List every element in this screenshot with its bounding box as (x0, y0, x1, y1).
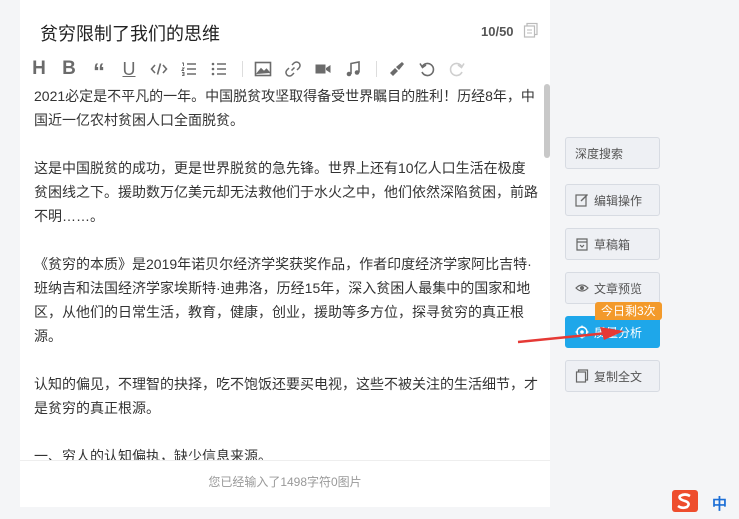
article-title[interactable]: 贫穷限制了我们的思维 (40, 20, 220, 46)
article-preview-button[interactable]: 文章预览 (565, 272, 660, 304)
editor-panel: 贫穷限制了我们的思维 10/50 H B “ U 2021必定是不平凡的一年。中… (20, 0, 550, 507)
copy-all-button[interactable]: 复制全文 (565, 360, 660, 392)
code-button[interactable] (148, 58, 170, 80)
toolbar-divider (242, 61, 243, 77)
edit-icon (575, 194, 588, 207)
ordered-list-icon (180, 62, 196, 76)
bullet-list-button[interactable] (208, 58, 230, 80)
toolbar-divider (376, 61, 377, 77)
paragraph: 认知的偏见，不理智的抉择，吃不饱饭还要买电视，这些不被关注的生活细节，才是贫穷的… (34, 376, 538, 416)
eye-icon (575, 284, 589, 292)
undo-icon (419, 62, 435, 77)
article-body[interactable]: 2021必定是不平凡的一年。中国脱贫攻坚取得备受世界瞩目的胜利！历经8年，中国近… (34, 84, 539, 460)
copy-all-label: 复制全文 (594, 369, 643, 384)
bullet-list-icon (211, 62, 226, 76)
paragraph: 一、穷人的认知偏执，缺少信息来源。 (34, 448, 272, 460)
ime-language-label[interactable]: 中 (712, 493, 727, 514)
deep-search-label: 深度搜索 (575, 146, 624, 161)
redo-button[interactable] (446, 58, 468, 80)
ime-toolbar[interactable]: 中 (670, 488, 739, 514)
article-preview-label: 文章预览 (594, 281, 643, 296)
undo-button[interactable] (416, 58, 438, 80)
image-button[interactable] (252, 58, 274, 80)
code-icon (150, 63, 168, 75)
quote-button[interactable]: “ (88, 58, 110, 86)
title-row: 贫穷限制了我们的思维 10/50 (20, 0, 550, 58)
music-icon (346, 61, 360, 77)
copy-title-icon[interactable] (523, 22, 539, 38)
brush-icon (390, 62, 404, 76)
drafts-button[interactable]: 草稿箱 (565, 228, 660, 260)
drafts-box-icon (576, 238, 588, 251)
deep-search-button[interactable]: 深度搜索 (565, 137, 660, 169)
bold-button[interactable]: B (58, 58, 80, 80)
pointer-arrow-annotation (517, 327, 624, 344)
word-count-status: 您已经输入了1498字符0图片 (20, 460, 550, 500)
video-icon (315, 64, 331, 74)
heading-button[interactable]: H (28, 58, 50, 80)
video-button[interactable] (312, 58, 334, 80)
image-icon (254, 61, 272, 77)
title-char-count: 10/50 (481, 24, 514, 39)
paragraph: 《贫穷的本质》是2019年诺贝尔经济学奖获奖作品，作者印度经济学家阿比吉特·班纳… (34, 256, 532, 344)
edit-operations-button[interactable]: 编辑操作 (565, 184, 660, 216)
ordered-list-button[interactable] (178, 58, 200, 80)
drafts-label: 草稿箱 (594, 237, 631, 252)
audio-button[interactable] (342, 58, 364, 80)
copy-icon (575, 369, 589, 383)
edit-operations-label: 编辑操作 (594, 193, 643, 208)
scrollbar-thumb[interactable] (544, 84, 550, 158)
redo-icon (449, 62, 465, 77)
remaining-uses-badge: 今日剩3次 (595, 302, 662, 320)
link-icon (285, 61, 301, 77)
paragraph: 2021必定是不平凡的一年。中国脱贫攻坚取得备受世界瞩目的胜利！历经8年，中国近… (34, 88, 535, 128)
paragraph: 这是中国脱贫的成功，更是世界脱贫的急先锋。世界上还有10亿人口生活在极度贫困线之… (34, 160, 538, 224)
clear-format-button[interactable] (386, 58, 408, 80)
link-button[interactable] (282, 58, 304, 80)
editor-toolbar: H B “ U (28, 58, 538, 86)
underline-button[interactable]: U (118, 58, 140, 80)
